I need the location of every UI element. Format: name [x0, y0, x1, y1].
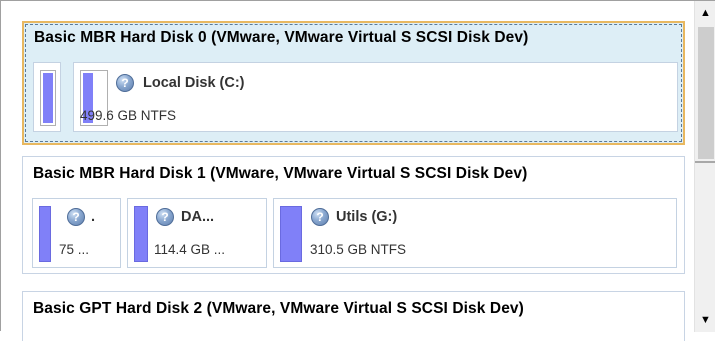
disk-2-card[interactable]: Basic GPT Hard Disk 2 (VMware, VMware Vi…: [22, 291, 685, 341]
partition-label: Utils (G:): [336, 209, 398, 225]
partition-usage-bar: [39, 206, 51, 262]
partition-usage-bar: [40, 70, 56, 126]
vertical-scrollbar[interactable]: ▲ ▼: [694, 1, 715, 332]
partition-size: 499.6 GB NTFS: [80, 108, 177, 123]
disk-1-partition-2[interactable]: ? DA... 114.4 GB ...: [127, 198, 267, 268]
disk-0-partition-c[interactable]: ? Local Disk (C:) 499.6 GB NTFS: [73, 62, 678, 132]
drive-question-icon: ?: [116, 74, 134, 92]
disk-2-title: Basic GPT Hard Disk 2 (VMware, VMware Vi…: [33, 300, 524, 317]
disk-1-title: Basic MBR Hard Disk 1 (VMware, VMware Vi…: [33, 165, 528, 182]
arrow-up-icon[interactable]: ▲: [695, 4, 715, 22]
disk-1-partition-g[interactable]: ? Utils (G:) 310.5 GB NTFS: [273, 198, 677, 268]
disk-1-card[interactable]: Basic MBR Hard Disk 1 (VMware, VMware Vi…: [22, 156, 685, 274]
partition-size: 75 ...: [59, 242, 90, 257]
partition-label: .: [91, 209, 96, 225]
partition-label: DA...: [181, 209, 215, 225]
partition-size: 114.4 GB ...: [154, 242, 226, 257]
drive-question-icon: ?: [311, 208, 329, 226]
partition-usage-bar: [134, 206, 148, 262]
scrollbar-thumb[interactable]: [695, 27, 715, 163]
disk-0-title: Basic MBR Hard Disk 0 (VMware, VMware Vi…: [34, 29, 529, 46]
disk-0-partition-unallocated[interactable]: [33, 62, 61, 132]
drive-question-icon: ?: [156, 208, 174, 226]
disk-0-card[interactable]: Basic MBR Hard Disk 0 (VMware, VMware Vi…: [22, 21, 685, 145]
partition-usage-bar: [280, 206, 302, 262]
arrow-down-icon[interactable]: ▼: [695, 311, 715, 329]
disk-map-panel: Basic MBR Hard Disk 0 (VMware, VMware Vi…: [0, 0, 715, 341]
partition-size: 310.5 GB NTFS: [310, 242, 407, 257]
drive-question-icon: ?: [67, 208, 85, 226]
partition-label: Local Disk (C:): [143, 75, 245, 91]
disk-1-partition-1[interactable]: ? . 75 ...: [32, 198, 121, 268]
